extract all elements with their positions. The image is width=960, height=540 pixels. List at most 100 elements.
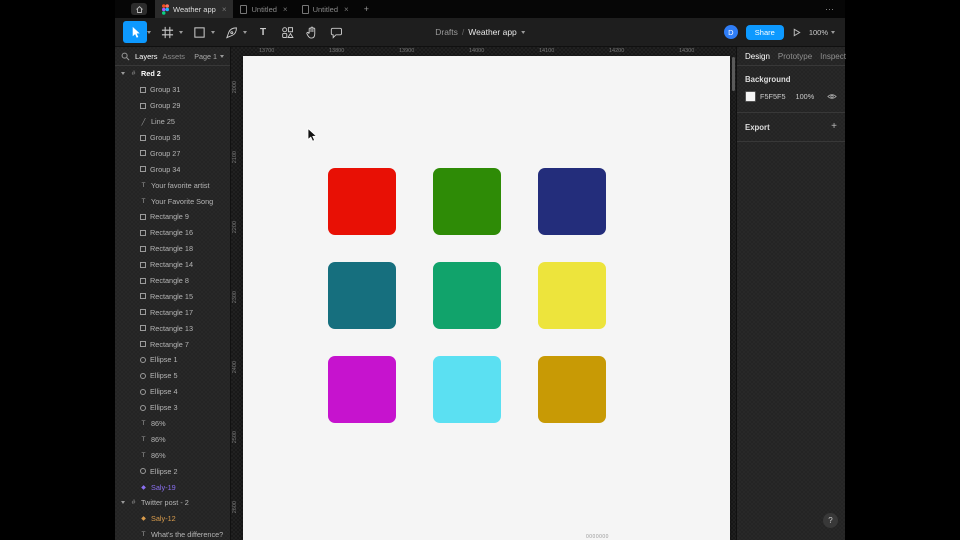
tab-untitled-1[interactable]: Untitled×	[233, 0, 294, 18]
overflow-menu-icon[interactable]: ⋯	[825, 4, 845, 15]
layer-row-rectangle-13[interactable]: Rectangle 13	[115, 320, 230, 336]
share-button[interactable]: Share	[746, 25, 784, 40]
help-button[interactable]: ?	[823, 513, 838, 528]
breadcrumb[interactable]: Drafts / Weather app	[435, 18, 525, 46]
close-icon[interactable]: ×	[344, 5, 349, 14]
layer-row-ellipse-3[interactable]: Ellipse 3	[115, 400, 230, 416]
background-hex[interactable]: F5F5F5	[760, 92, 786, 101]
page-selector[interactable]: Page 1	[194, 52, 224, 61]
layer-row-rectangle-9[interactable]: Rectangle 9	[115, 209, 230, 225]
add-export-button[interactable]: +	[831, 122, 837, 132]
layer-row-twitter-post-2[interactable]: #Twitter post - 2	[115, 495, 230, 511]
layer-row-what-s-the-difference[interactable]: TWhat's the difference?	[115, 527, 230, 540]
pen-tool[interactable]	[219, 21, 243, 43]
breadcrumb-root[interactable]: Drafts	[435, 27, 458, 37]
canvas-square-emerald[interactable]	[433, 262, 501, 329]
resources-tool[interactable]	[275, 21, 299, 43]
avatar[interactable]: D	[724, 25, 738, 39]
layer-row-your-favorite-artist[interactable]: TYour favorite artist	[115, 177, 230, 193]
layer-row-ellipse-5[interactable]: Ellipse 5	[115, 368, 230, 384]
layer-row-86[interactable]: T86%	[115, 431, 230, 447]
layer-row-ellipse-1[interactable]: Ellipse 1	[115, 352, 230, 368]
layer-row-rectangle-15[interactable]: Rectangle 15	[115, 288, 230, 304]
background-opacity[interactable]: 100%	[796, 92, 815, 101]
group-icon	[140, 135, 146, 141]
layer-row-saly-12[interactable]: ◆Saly-12	[115, 511, 230, 527]
tab-bar: Weather app×Untitled×Untitled× + ⋯	[115, 0, 845, 18]
move-tool[interactable]	[123, 21, 147, 43]
color-swatch[interactable]	[745, 91, 756, 102]
layer-row-your-favorite-song[interactable]: TYour Favorite Song	[115, 193, 230, 209]
canvas-square-gold[interactable]	[538, 356, 606, 423]
layer-row-group-31[interactable]: Group 31	[115, 82, 230, 98]
chevron-down-icon[interactable]	[243, 31, 247, 34]
canvas-square-red[interactable]	[328, 168, 396, 235]
component-icon: ◆	[139, 515, 148, 522]
layer-row-rectangle-8[interactable]: Rectangle 8	[115, 273, 230, 289]
canvas[interactable]: 13700138001390014000141001420014300 2000…	[231, 47, 736, 540]
comment-tool[interactable]	[323, 21, 347, 43]
layer-row-rectangle-18[interactable]: Rectangle 18	[115, 241, 230, 257]
layer-row-red-2[interactable]: #Red 2	[115, 66, 230, 82]
shape-tool[interactable]	[187, 21, 211, 43]
tab-untitled-2[interactable]: Untitled×	[295, 0, 356, 18]
zoom-selector[interactable]: 100%	[809, 28, 835, 37]
design-panel-tabs: Design Prototype Inspect	[737, 47, 845, 66]
layer-row-ellipse-2[interactable]: Ellipse 2	[115, 463, 230, 479]
canvas-square-teal[interactable]	[328, 262, 396, 329]
close-icon[interactable]: ×	[283, 5, 288, 14]
search-icon[interactable]	[121, 52, 130, 61]
vertical-scrollbar[interactable]	[732, 57, 735, 91]
rectangle-icon	[140, 262, 146, 268]
chevron-down-icon[interactable]	[521, 31, 525, 34]
toolbar: T Drafts / Weather app D Share	[115, 18, 845, 47]
tab-weather-app-0[interactable]: Weather app×	[155, 0, 233, 18]
divider	[737, 141, 845, 142]
tab-design[interactable]: Design	[745, 52, 770, 61]
ruler-mark: 13800	[329, 48, 344, 54]
layer-row-line-25[interactable]: ╱Line 25	[115, 114, 230, 130]
text-tool[interactable]: T	[251, 21, 275, 43]
chevron-down-icon[interactable]	[147, 31, 151, 34]
chevron-down-icon[interactable]	[179, 31, 183, 34]
home-button[interactable]	[131, 3, 147, 15]
layer-row-rectangle-7[interactable]: Rectangle 7	[115, 336, 230, 352]
canvas-square-magenta[interactable]	[328, 356, 396, 423]
ruler-mark: 14100	[539, 48, 554, 54]
present-icon[interactable]	[792, 28, 801, 37]
canvas-objects	[231, 47, 736, 540]
chevron-down-icon[interactable]	[119, 501, 126, 504]
ruler-mark: 2400	[232, 361, 238, 373]
ruler-mark: 2100	[232, 151, 238, 163]
layer-row-group-34[interactable]: Group 34	[115, 161, 230, 177]
tab-prototype[interactable]: Prototype	[778, 52, 812, 61]
tab-assets[interactable]: Assets	[163, 52, 186, 61]
layer-row-rectangle-14[interactable]: Rectangle 14	[115, 257, 230, 273]
layer-row-86[interactable]: T86%	[115, 447, 230, 463]
layer-row-group-29[interactable]: Group 29	[115, 98, 230, 114]
document-icon	[240, 5, 247, 14]
canvas-square-navy[interactable]	[538, 168, 606, 235]
tab-layers[interactable]: Layers	[135, 52, 158, 61]
canvas-square-green[interactable]	[433, 168, 501, 235]
frame-tool[interactable]	[155, 21, 179, 43]
layer-row-group-35[interactable]: Group 35	[115, 130, 230, 146]
canvas-square-yellow[interactable]	[538, 262, 606, 329]
chevron-down-icon[interactable]	[211, 31, 215, 34]
layer-row-group-27[interactable]: Group 27	[115, 145, 230, 161]
main-content: Layers Assets Page 1 #Red 2Group 31Group…	[115, 47, 845, 540]
layer-row-ellipse-4[interactable]: Ellipse 4	[115, 384, 230, 400]
chevron-down-icon[interactable]	[119, 72, 126, 75]
canvas-square-cyan[interactable]	[433, 356, 501, 423]
visibility-toggle[interactable]	[827, 92, 837, 101]
layer-row-86[interactable]: T86%	[115, 416, 230, 432]
hand-tool[interactable]	[299, 21, 323, 43]
layer-row-saly-19[interactable]: ◆Saly-19	[115, 479, 230, 495]
new-tab-button[interactable]: +	[356, 4, 377, 14]
tab-inspect[interactable]: Inspect	[820, 52, 846, 61]
layer-row-rectangle-16[interactable]: Rectangle 16	[115, 225, 230, 241]
group-icon	[140, 150, 146, 156]
group-icon	[140, 87, 146, 93]
close-icon[interactable]: ×	[222, 5, 227, 14]
layer-row-rectangle-17[interactable]: Rectangle 17	[115, 304, 230, 320]
